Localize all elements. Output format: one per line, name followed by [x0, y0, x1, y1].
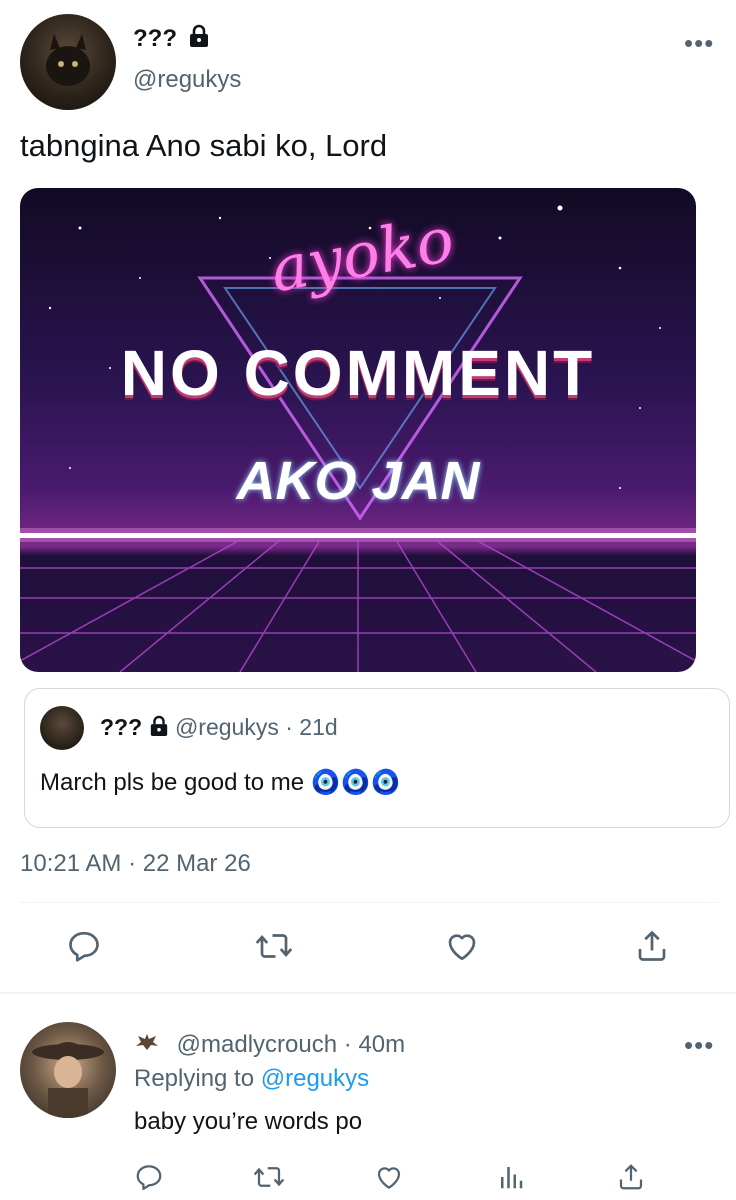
reply-author-avatar[interactable]	[20, 1022, 116, 1118]
bat-emoji-icon	[134, 1030, 160, 1061]
retweet-icon	[255, 934, 293, 958]
reply-time: 40m	[358, 1030, 406, 1058]
share-icon	[638, 930, 666, 961]
reply-retweet-button[interactable]	[252, 1162, 286, 1192]
image-subline: AKO JAN	[236, 451, 480, 511]
replying-to-handle[interactable]: @regukys	[261, 1065, 369, 1092]
divider	[20, 902, 718, 903]
reply-text: baby you’re words po	[134, 1108, 363, 1135]
reply-separator: ·	[343, 1030, 352, 1058]
section-divider	[0, 992, 736, 994]
quote-display-name: ???	[100, 714, 143, 740]
heart-icon	[448, 934, 476, 961]
quote-handle: @regukys	[174, 714, 279, 740]
reply-like-button[interactable]	[374, 1162, 404, 1192]
reply-share-button[interactable]	[616, 1162, 646, 1192]
reply-icon	[69, 931, 99, 962]
share-icon	[619, 1164, 643, 1190]
quote-time: 21d	[299, 714, 338, 740]
share-button[interactable]	[634, 928, 670, 964]
quoted-tweet[interactable]	[24, 688, 730, 828]
heart-icon	[377, 1167, 401, 1189]
tweet-text: tabngina Ano sabi ko, Lord	[20, 128, 388, 163]
quote-text: March pls be good to me 🧿🧿🧿	[40, 769, 401, 796]
lock-icon	[188, 24, 210, 55]
tweet-timestamp[interactable]: 10:21 AM · 22 Mar 26	[20, 850, 251, 878]
author-handle[interactable]: @regukys	[133, 66, 241, 94]
lock-icon	[149, 715, 169, 743]
reply-analytics-button[interactable]	[496, 1162, 526, 1192]
author-display-name[interactable]: ???	[133, 25, 177, 52]
retweet-button[interactable]	[254, 928, 294, 964]
more-dots-icon[interactable]: •••	[684, 30, 714, 56]
quote-avatar	[40, 706, 84, 750]
tweet-image[interactable]: ayoko NO COMMENT AKO JAN	[20, 188, 696, 672]
quote-separator: ·	[285, 714, 293, 740]
replying-to-label: Replying to	[134, 1065, 255, 1092]
like-button[interactable]	[444, 928, 480, 964]
reply-button[interactable]	[66, 928, 102, 964]
analytics-icon	[501, 1167, 523, 1189]
reply-handle[interactable]: @madlycrouch	[177, 1031, 337, 1058]
reply-icon	[136, 1165, 162, 1190]
image-headline: NO COMMENT	[120, 337, 596, 409]
retweet-icon	[253, 1167, 285, 1187]
more-dots-icon[interactable]: •••	[684, 1032, 714, 1058]
reply-reply-button[interactable]	[134, 1162, 164, 1192]
author-avatar[interactable]	[20, 14, 116, 110]
